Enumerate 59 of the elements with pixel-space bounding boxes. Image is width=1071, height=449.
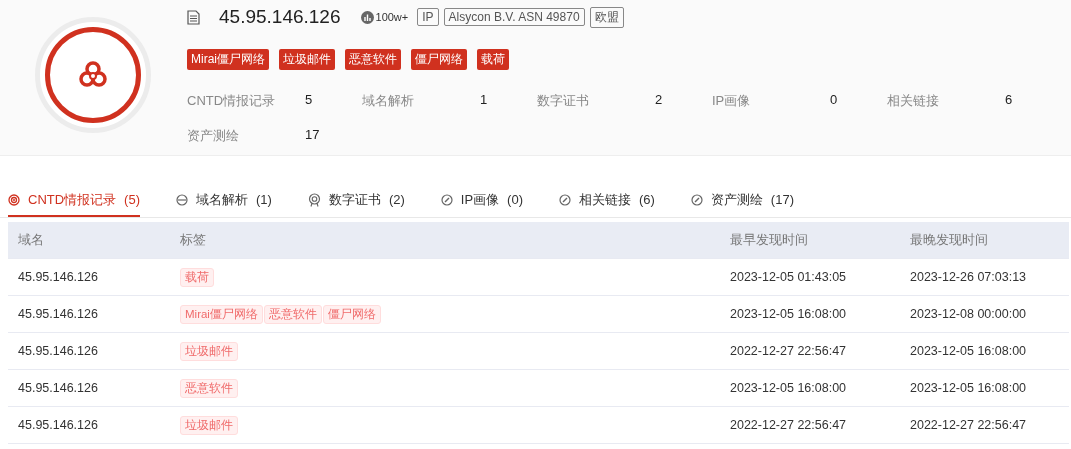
tab[interactable]: 相关链接 (6) [558,184,655,217]
chart-icon [360,10,374,24]
threat-tag: 僵尸网络 [322,304,381,324]
table-cell-text: 2023-12-05 16:08:00 [730,307,848,321]
stat-value: 1 [480,92,488,109]
popularity-count: 100w+ [375,11,409,23]
stat-value: 5 [305,92,313,109]
tab[interactable]: 资产测绘 (17) [690,184,794,217]
tab[interactable]: IP画像 (0) [440,184,523,217]
threat-tag: 载荷 [180,267,214,287]
biohazard-icon [77,60,108,90]
threat-tag: 载荷 [477,49,509,70]
stat-label: IP画像 [712,92,752,110]
threat-tag: 垃圾邮件 [279,49,335,70]
stat-value: 6 [1005,92,1013,109]
column-header: 标签 [180,231,207,249]
table-cell-text: 2023-12-08 00:00:00 [910,307,1028,321]
threat-tag: 僵尸网络 [411,49,467,70]
document-icon [187,9,200,25]
badge-icon [307,192,321,207]
table-cell-text: 45.95.146.126 [18,344,99,358]
column-header: 最晚发现时间 [910,231,989,249]
info-badge: 欧盟 [589,6,624,28]
tab[interactable]: 域名解析 (1) [176,184,272,217]
threat-tag: 恶意软件 [263,304,322,324]
info-badge: IP [417,8,439,26]
table-cell-text: 2022-12-27 22:56:47 [730,418,848,432]
table-cell-text: 2023-12-05 16:08:00 [730,381,848,395]
threat-tag: 垃圾邮件 [180,415,238,435]
table-cell-text: 45.95.146.126 [18,381,99,395]
table-cell-text: 45.95.146.126 [18,270,99,284]
stat-label: 资产测绘 [187,127,240,145]
table-cell-text: 2023-12-26 07:03:13 [910,270,1028,284]
stat-value: 0 [830,92,838,109]
ip-address: 45.95.146.126 [219,6,341,28]
column-header: 最早发现时间 [730,231,809,249]
table-cell-text: 2022-12-27 22:56:47 [910,418,1028,432]
stat-label: 相关链接 [887,92,940,110]
threat-tag: 恶意软件 [180,378,238,398]
threat-tag: Mirai僵尸网络 [180,304,263,324]
table-cell-text: 2023-12-05 16:08:00 [910,381,1028,395]
stat-label: 域名解析 [362,92,415,110]
threat-tag: Mirai僵尸网络 [187,49,269,70]
stat-label: 数字证书 [537,92,590,110]
stat-label: CNTD情报记录 [187,92,277,110]
table-cell-text: 45.95.146.126 [18,307,99,321]
table-cell-text: 2022-12-27 22:56:47 [730,344,848,358]
stat-value: 2 [655,92,663,109]
table-cell-text: 2023-12-05 01:43:05 [730,270,848,284]
info-badge: Alsycon B.V. ASN 49870 [443,8,585,26]
stat-value: 17 [305,127,320,144]
threat-tag: 恶意软件 [345,49,401,70]
threat-tag: 垃圾邮件 [180,341,238,361]
tab[interactable]: 数字证书 (2) [307,184,405,217]
signal-icon [8,193,20,206]
column-header: 域名 [18,231,45,249]
tab[interactable]: CNTD情报记录 (5) [8,184,140,217]
table-cell-text: 45.95.146.126 [18,418,99,432]
table-cell-text: 2023-12-05 16:08:00 [910,344,1028,358]
